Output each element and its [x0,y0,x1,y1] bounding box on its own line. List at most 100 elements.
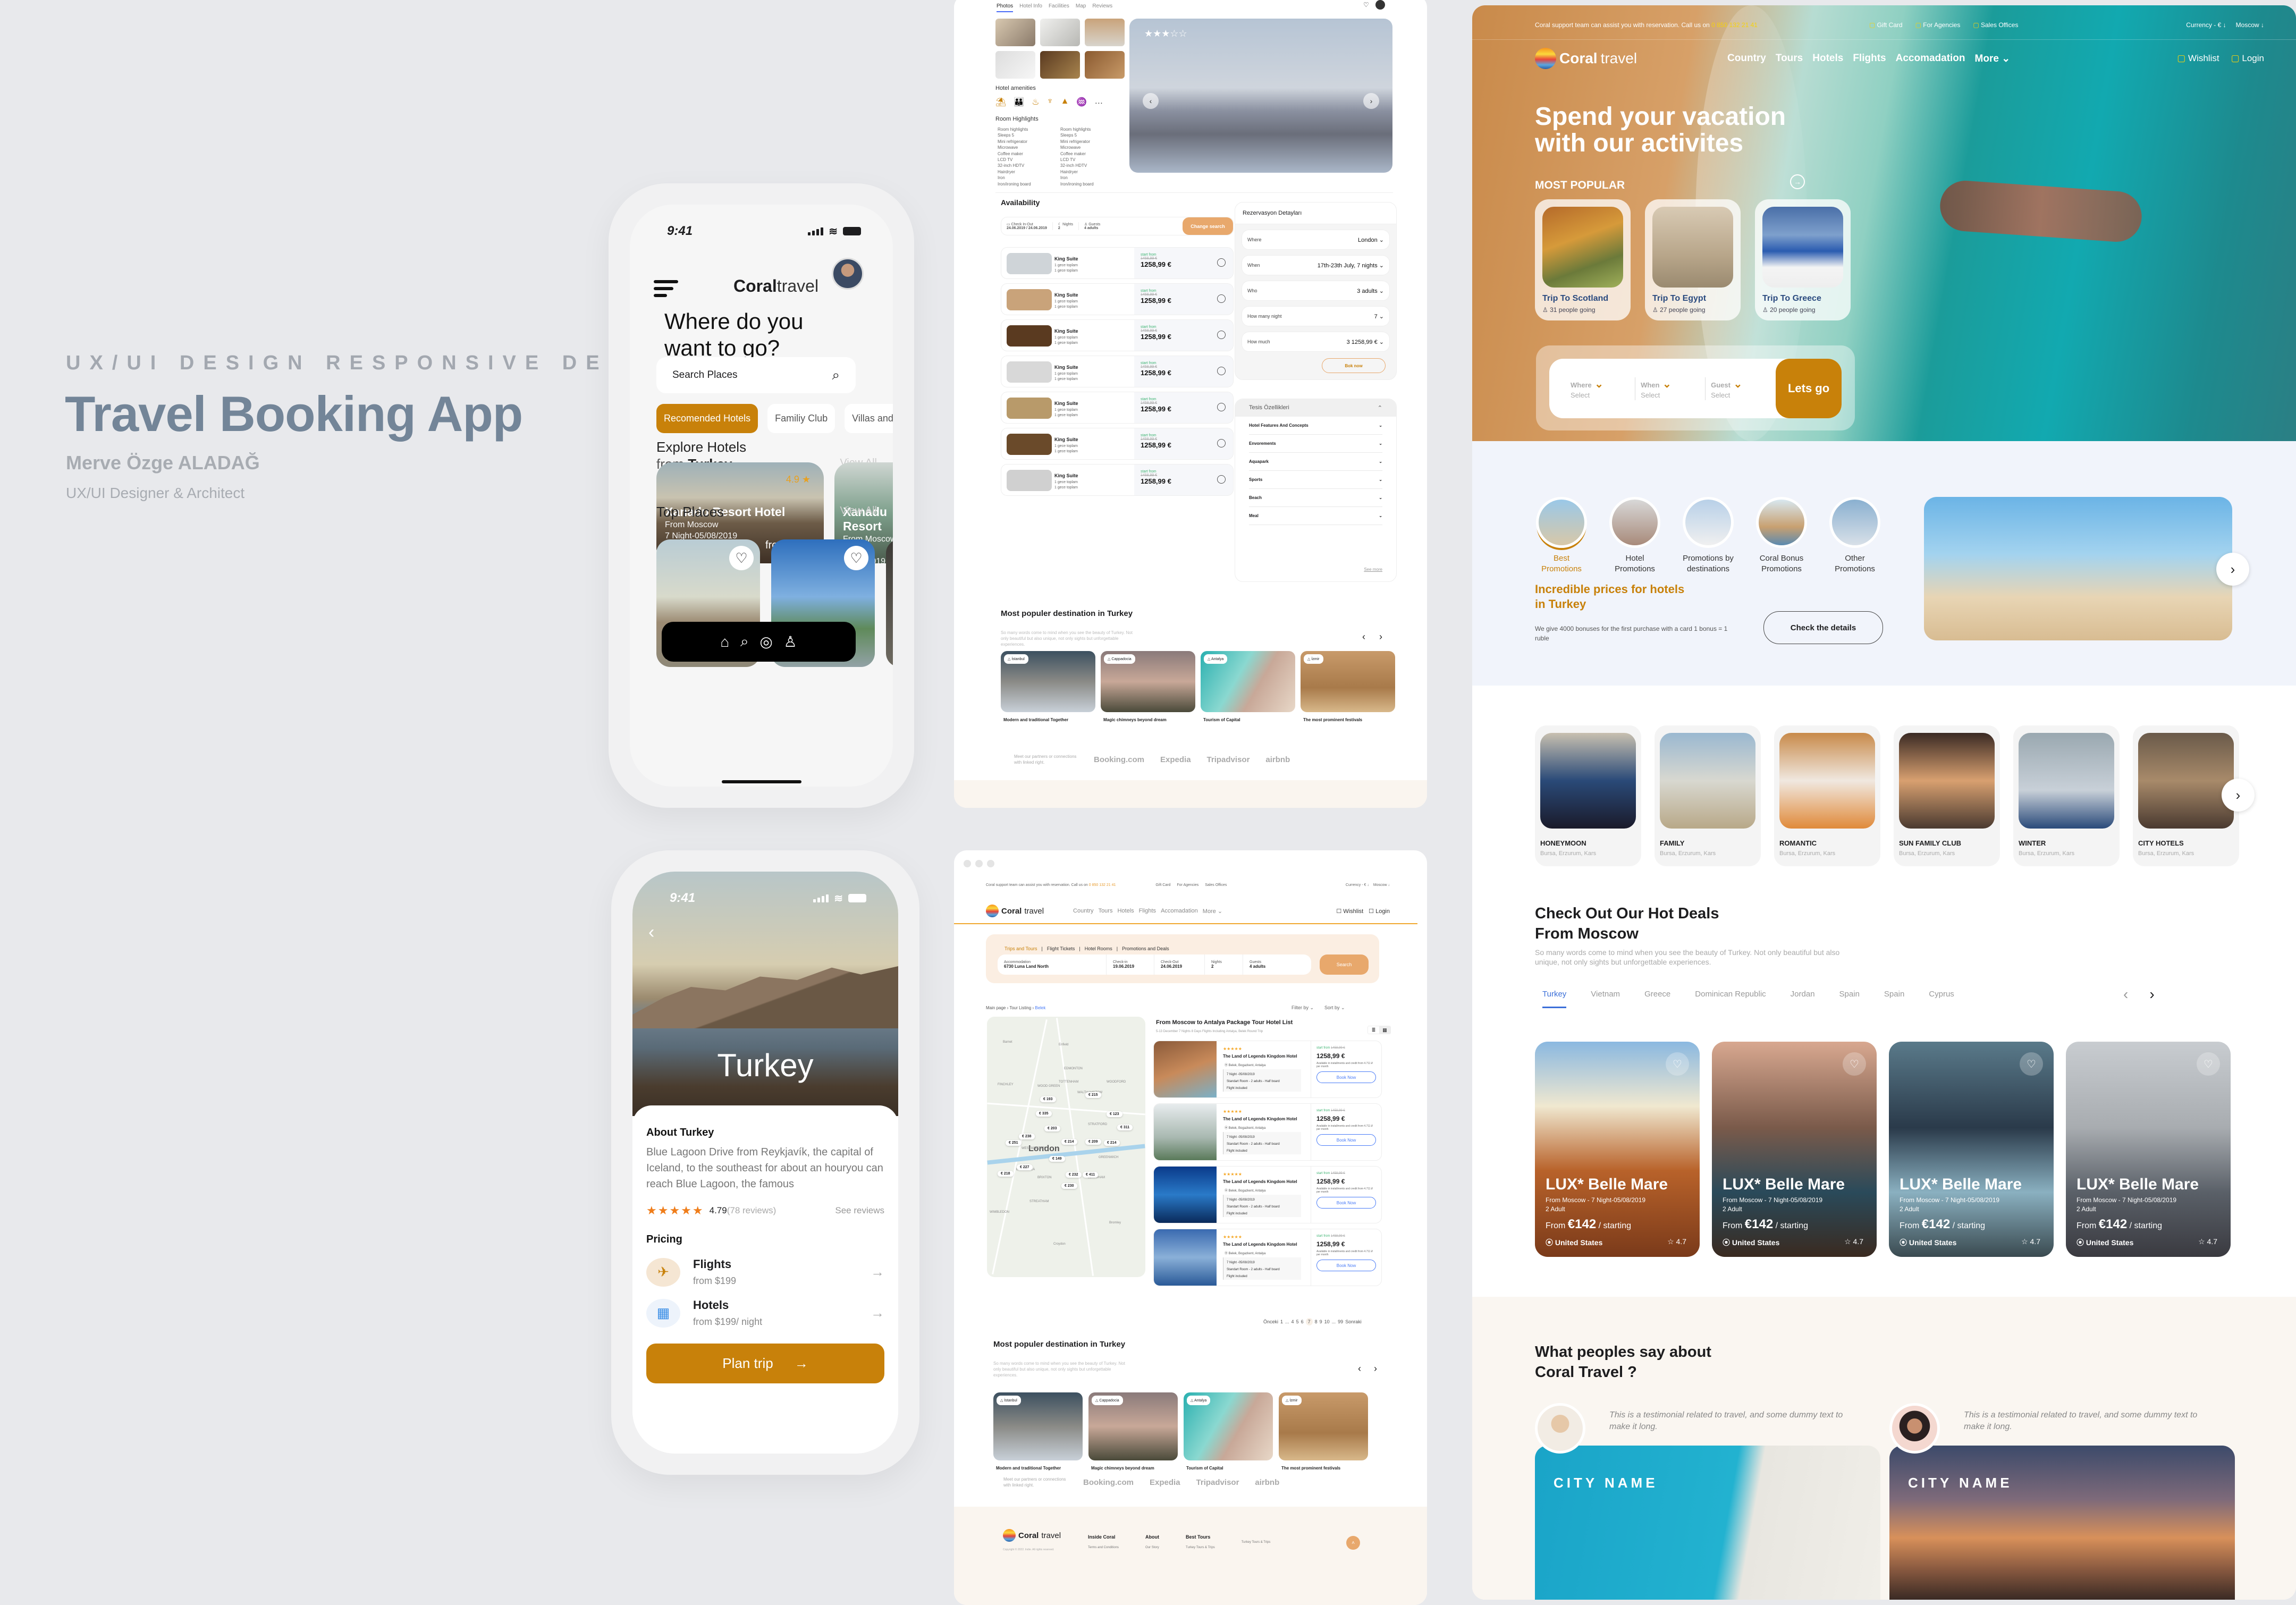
guest-select[interactable]: Guest ⌄ Select [1706,377,1776,400]
tab-trips-tours[interactable]: Trips and Tours [1004,946,1037,951]
hotel-image[interactable] [1154,1229,1217,1286]
footer-link[interactable]: Terms and Conditions [1088,1546,1119,1549]
pager-page[interactable]: 99 [1338,1319,1343,1324]
reservation-where[interactable]: Where London ⌄ [1242,230,1390,250]
pricing-hotels[interactable]: ▦ Hotels from $199/ night → [646,1298,884,1328]
breadcrumb-current[interactable]: Belek [1035,1006,1045,1010]
promo-category[interactable]: Other Promotions [1828,497,1881,575]
heart-icon[interactable]: ♡ [2197,1052,2220,1076]
reservation-who[interactable]: Who 3 adults ⌄ [1242,281,1390,301]
promo-category[interactable]: Promotions by destinations [1682,497,1735,575]
footer-link[interactable]: Turkey Tours & Trips [1242,1541,1271,1544]
agencies-link[interactable]: For Agencies [1177,883,1198,887]
pager-prev[interactable]: Önceki [1263,1319,1278,1324]
profile-icon[interactable]: ♙ [784,633,797,651]
footer-link[interactable]: Our Story [1145,1546,1159,1549]
reservation-price[interactable]: How much 3 1258,99 € ⌄ [1242,332,1390,352]
wishlist-link[interactable]: Wishlist [2177,53,2219,64]
carousel-prev-icon[interactable]: ‹ [1362,631,1365,643]
carousel-next-button[interactable]: › [2216,553,2249,586]
chip-villas[interactable]: Villas and Suite [845,404,893,433]
hotel-details[interactable]: 7 Night -05/08/2019 Standart Room - 2 adu… [1223,1069,1301,1092]
change-search-button[interactable]: Change search [1183,217,1233,235]
map-price-pin[interactable]: € 311 [1117,1125,1133,1130]
trip-card[interactable]: Trip To Greece ♙ 20 people going [1755,199,1851,320]
login-link[interactable]: Login [2231,53,2264,64]
thumbnail[interactable] [1085,19,1125,46]
map-price-pin[interactable]: € 193 [1040,1096,1056,1102]
carousel-next-icon[interactable]: › [1374,1363,1377,1374]
reservation-nights[interactable]: How many night 7 ⌄ [1242,306,1390,326]
map-price-pin[interactable]: € 232 [1066,1172,1082,1178]
destination-card[interactable]: △ Antalya [1184,1392,1273,1460]
pager-page[interactable]: 4 [1292,1319,1294,1324]
room-option[interactable]: King Suite 1 gece toplam 1 gece toplam star… [1001,464,1234,496]
heart-icon[interactable]: ♡ [1843,1052,1866,1076]
logo[interactable]: Coral travel [1535,48,1637,69]
hotel-name[interactable]: The Land of Legends Kingdom Hotel [1223,1179,1297,1184]
nav-hotels[interactable]: Hotels [1117,908,1134,915]
place-card[interactable]: 16 [886,539,893,667]
destination-card[interactable]: △ İzmir [1279,1392,1368,1460]
map-price-pin[interactable]: € 411 [1083,1172,1099,1178]
deal-card[interactable]: ♡ LUX* Belle Mare From Moscow - 7 Night-05… [2066,1042,2231,1257]
tab-hotel-rooms[interactable]: Hotel Rooms [1085,946,1112,951]
hotel-name[interactable]: The Land of Legends Kingdom Hotel [1223,1054,1297,1059]
gift-card-link[interactable]: Gift Card [1155,883,1170,887]
categories-next-button[interactable]: › [2222,779,2255,812]
carousel-prev-icon[interactable]: ‹ [1358,1363,1361,1374]
country-tab[interactable]: Turkey [1542,990,1567,1008]
country-tab[interactable]: Vietnam [1591,990,1620,1008]
room-radio[interactable] [1217,439,1226,447]
carousel-prev-button[interactable]: ‹ [1143,93,1159,109]
category-card[interactable]: ROMANTIC Bursa, Erzurum, Kars [1774,725,1880,866]
sales-offices-link[interactable]: Sales Offices [1973,21,2018,29]
thumbnail[interactable] [1085,51,1125,79]
feature-accordion-item[interactable]: Sports ⌄ [1249,471,1382,489]
map-price-pin[interactable]: € 214 [1061,1139,1077,1145]
tab-promotions[interactable]: Promotions and Deals [1122,946,1169,951]
currency-select[interactable]: Currency - € ↓ [1346,883,1369,887]
city-select[interactable]: Moscow ↓ [1373,883,1390,887]
agencies-link[interactable]: For Agencies [1915,21,1960,29]
thumbnail[interactable] [995,19,1035,46]
category-card[interactable]: SUN FAMILY CLUB Bursa, Erzurum, Kars [1894,725,2000,866]
hotel-details[interactable]: 7 Night -05/08/2019 Standart Room - 2 adu… [1223,1257,1301,1280]
tab-facilities[interactable]: Facilities [1049,3,1069,12]
logo[interactable]: Coral travel [986,905,1044,917]
nav-more[interactable]: More ⌄ [1203,908,1222,915]
hotel-details[interactable]: 7 Night -05/08/2019 Standart Room - 2 adu… [1223,1195,1301,1217]
checkin-field[interactable]: ▭ Check In-Out 24.06.2019 / 24.06.2019 [1001,222,1053,230]
feature-accordion-item[interactable]: Hotel Features And Concepts ⌄ [1249,417,1382,435]
plan-trip-button[interactable]: Plan trip → [646,1344,884,1383]
arrow-right-icon[interactable]: → [871,1264,884,1280]
nav-country[interactable]: Country [1727,53,1766,65]
tab-hotel-info[interactable]: Hotel Info [1019,3,1042,12]
room-option[interactable]: King Suite 1 gece toplam 1 gece toplam star… [1001,356,1234,387]
avatar[interactable] [832,258,864,290]
feature-accordion-item[interactable]: Envorements ⌄ [1249,435,1382,453]
feature-accordion-item[interactable]: Meal ⌄ [1249,507,1382,525]
guests-field[interactable]: ♙ Guests 4 adults [1079,222,1105,230]
see-more-link[interactable]: See more [1364,567,1382,572]
heart-icon[interactable]: ♡ [729,546,754,570]
tab-photos[interactable]: Photos [997,3,1014,12]
check-details-button[interactable]: Check the details [1763,611,1883,644]
room-radio[interactable] [1217,367,1226,375]
pager-page[interactable]: 8 [1315,1319,1318,1324]
nav-accomodation[interactable]: Accomadation [1896,53,1965,65]
deal-card[interactable]: ♡ LUX* Belle Mare From Moscow - 7 Night-05… [1535,1042,1700,1257]
map-price-pin[interactable]: € 203 [1044,1126,1060,1131]
grid-view-icon[interactable]: ▦ [1379,1026,1390,1034]
checkout-field[interactable]: Check-Out 24.06.2019 [1154,954,1205,975]
map-price-pin[interactable]: € 238 [1019,1134,1035,1139]
pager-page[interactable]: 6 [1301,1319,1304,1324]
category-card[interactable]: HONEYMOON Bursa, Erzurum, Kars [1535,725,1641,866]
sort-dropdown[interactable]: Sort by ⌄ [1324,1005,1345,1011]
nav-hotels[interactable]: Hotels [1812,53,1843,65]
see-reviews-link[interactable]: See reviews [835,1205,884,1216]
gift-card-link[interactable]: Gift Card [1869,21,1903,29]
nav-accomodation[interactable]: Accomadation [1161,908,1198,915]
hotel-image[interactable] [1154,1041,1217,1097]
tabs-next-icon[interactable]: › [2149,986,2154,1003]
